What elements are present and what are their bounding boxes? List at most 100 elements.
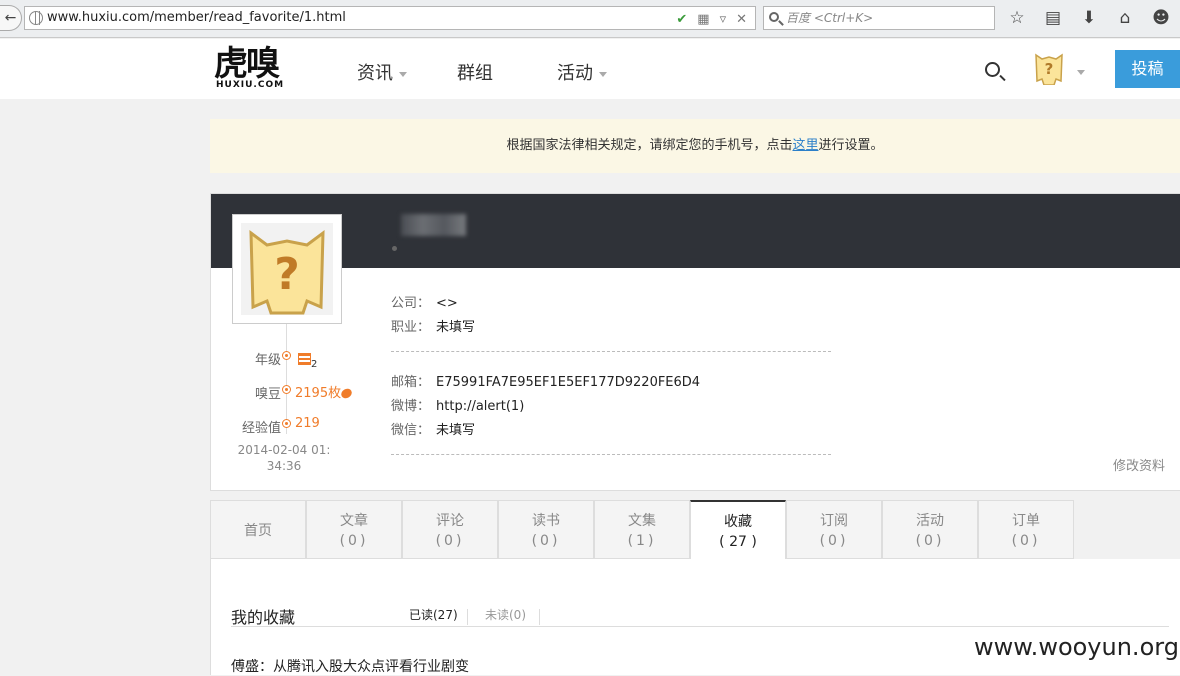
profile-timeline: [286, 324, 287, 434]
search-placeholder: 百度 <Ctrl+K>: [786, 11, 874, 25]
home-icon[interactable]: ⌂: [1114, 8, 1136, 28]
info-label: 公司：: [391, 296, 431, 311]
info-label: 职业：: [391, 320, 431, 335]
timeline-dot: [282, 351, 291, 360]
tab-home[interactable]: 首页: [210, 500, 306, 559]
tab-events[interactable]: 活动 (0): [882, 500, 978, 559]
reading-list-icon[interactable]: ▤: [1042, 8, 1064, 28]
tab-label: 订阅: [820, 513, 848, 529]
dropdown-icon[interactable]: ▿: [720, 9, 727, 31]
info-label: 邮箱：: [391, 375, 431, 390]
url-text: www.huxiu.com/member/read_favorite/1.htm…: [47, 10, 346, 25]
tab-count: ( 27 ): [719, 534, 757, 550]
status-dot: [392, 246, 397, 251]
join-date: 2014-02-04 01: 34:36: [233, 442, 335, 474]
bean-icon: [339, 386, 354, 401]
favorites-divider: [231, 626, 1169, 627]
divider: [391, 351, 831, 352]
qr-icon[interactable]: ▦: [697, 9, 709, 31]
back-icon[interactable]: ←: [0, 5, 22, 31]
chevron-down-icon[interactable]: [1077, 70, 1085, 75]
svg-text:?: ?: [1045, 60, 1054, 78]
username-blurred: [401, 214, 466, 236]
info-job: 职业： 未填写: [391, 316, 475, 335]
avatar[interactable]: ?: [232, 214, 342, 324]
info-email: 邮箱： E75991FA7E95EF1E5EF177D9220FE6D4: [391, 371, 700, 390]
info-value: 未填写: [436, 423, 476, 438]
tab-favorites[interactable]: 收藏 ( 27 ): [690, 500, 786, 560]
site-header: 虎嗅 HUXIU.COM 资讯 群组 活动 ? 投稿: [0, 39, 1180, 99]
info-label: 微博：: [391, 399, 431, 414]
nav-label: 活动: [557, 63, 593, 84]
info-value: 未填写: [436, 320, 476, 335]
join-date-line: 2014-02-04 01:: [237, 443, 331, 457]
tab-count: (0): [435, 533, 465, 549]
tab-read[interactable]: 已读(27): [409, 606, 458, 623]
nav-item-groups[interactable]: 群组: [457, 59, 493, 85]
timeline-dot: [282, 419, 291, 428]
profile-banner: [211, 194, 1180, 268]
info-value: <>: [436, 296, 458, 311]
notice-text: 根据国家法律相关规定，请绑定您的手机号，点击: [506, 138, 793, 153]
profile-card: ? 年级 2 嗅豆 2195枚 经验值 219 2014-02-04 01: 3…: [210, 193, 1180, 491]
download-icon[interactable]: ⬇: [1078, 8, 1100, 28]
toolbar-icons: ☆ ▤ ⬇ ⌂ ☻: [1006, 8, 1172, 28]
close-icon[interactable]: ✕: [736, 9, 747, 31]
stat-level-value: 2: [298, 348, 317, 370]
user-avatar[interactable]: ?: [1034, 51, 1064, 85]
tab-count: (0): [1011, 533, 1041, 549]
info-weibo: 微博： http://alert(1): [391, 395, 524, 414]
phone-binding-notice: 根据国家法律相关规定，请绑定您的手机号，点击这里进行设置。: [210, 119, 1180, 173]
tab-count: (0): [819, 533, 849, 549]
tab-count: (0): [915, 533, 945, 549]
stat-label: 嗅豆: [254, 387, 281, 402]
tab-count: (0): [339, 533, 369, 549]
timeline-dot: [282, 385, 291, 394]
favorites-title: 我的收藏: [231, 608, 296, 627]
tab-books[interactable]: 读书 (0): [498, 500, 594, 559]
watermark-text: www.wooyun.org: [974, 633, 1179, 661]
svg-text:?: ?: [274, 249, 300, 300]
tab-subscriptions[interactable]: 订阅 (0): [786, 500, 882, 559]
profile-tabs: 首页 文章 (0) 评论 (0) 读书 (0) 文集 (1) 收藏 ( 27 ) 订阅 (0…: [210, 500, 1180, 560]
submit-article-button[interactable]: 投稿: [1115, 50, 1180, 88]
divider: [391, 454, 831, 455]
address-bar[interactable]: www.huxiu.com/member/read_favorite/1.htm…: [24, 6, 756, 30]
stat-experience-value: 219: [295, 416, 320, 431]
logo-domain: HUXIU.COM: [216, 80, 285, 90]
tab-articles[interactable]: 文章 (0): [306, 500, 402, 559]
favorite-article-link[interactable]: 傅盛：从腾讯入股大众点评看行业剧变: [231, 656, 469, 676]
divider: [467, 609, 468, 625]
tab-comments[interactable]: 评论 (0): [402, 500, 498, 559]
nav-item-events[interactable]: 活动: [557, 59, 607, 85]
tab-label: 订单: [1012, 513, 1040, 529]
tab-unread[interactable]: 未读(0): [485, 606, 526, 623]
url-actions: ✔ ▦ ▿ ✕: [676, 9, 747, 31]
info-wechat: 微信： 未填写: [391, 419, 475, 438]
notice-link[interactable]: 这里: [792, 138, 818, 153]
info-company: 公司： <>: [391, 292, 458, 311]
stat-beans-value: 2195枚: [295, 382, 354, 401]
info-value: http://alert(1): [436, 399, 525, 414]
tab-label: 评论: [436, 513, 464, 529]
tab-label: 文章: [340, 513, 368, 529]
avatar-image: ?: [241, 223, 333, 315]
shield-icon[interactable]: ✔: [676, 9, 687, 31]
tab-orders[interactable]: 订单 (0): [978, 500, 1074, 559]
browser-toolbar: ← www.huxiu.com/member/read_favorite/1.h…: [0, 0, 1180, 38]
nav-label: 资讯: [357, 63, 393, 84]
nav-item-news[interactable]: 资讯: [357, 59, 407, 85]
info-value: E75991FA7E95EF1E5EF177D9220FE6D4: [436, 375, 701, 390]
edit-profile-link[interactable]: 修改资料: [1113, 455, 1165, 474]
search-icon[interactable]: [985, 62, 1000, 77]
browser-search-input[interactable]: 百度 <Ctrl+K>: [763, 6, 995, 30]
star-icon[interactable]: ☆: [1006, 8, 1028, 28]
stat-label: 经验值: [241, 421, 281, 436]
nav-label: 群组: [457, 63, 493, 84]
huxiu-logo[interactable]: 虎嗅 HUXIU.COM: [214, 46, 284, 90]
tab-collections[interactable]: 文集 (1): [594, 500, 690, 559]
tab-label: 文集: [628, 513, 656, 529]
divider: [539, 609, 540, 625]
smiley-icon[interactable]: ☻: [1150, 8, 1172, 28]
tab-label: 收藏: [724, 514, 752, 530]
